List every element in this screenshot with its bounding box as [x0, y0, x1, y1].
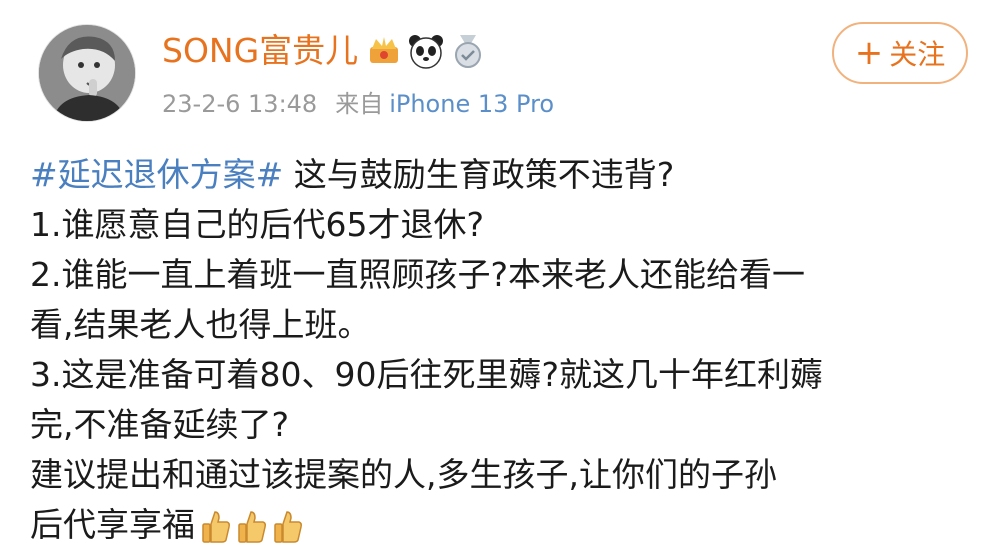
- follow-button[interactable]: + 关注: [832, 22, 968, 84]
- hashtag-link[interactable]: #延迟退休方案#: [30, 155, 283, 194]
- thumbs-up-icon: [274, 510, 302, 543]
- post-line: 建议提出和通过该提案的人,多生孩子,让你们的子孙: [30, 455, 777, 494]
- source-device[interactable]: iPhone 13 Pro: [389, 90, 554, 118]
- author-avatar[interactable]: [38, 24, 136, 122]
- post-line: #延迟退休方案# 这与鼓励生育政策不违背?: [30, 150, 980, 200]
- post-date[interactable]: 23-2-6 13:48: [162, 90, 317, 118]
- source-prefix: 来自: [335, 90, 384, 118]
- author-badges: [366, 33, 486, 69]
- author-name[interactable]: SONG富贵儿: [162, 30, 358, 72]
- author-name-row: SONG富贵儿: [162, 30, 486, 72]
- panda-badge-icon[interactable]: [408, 33, 444, 69]
- post-text: 这与鼓励生育政策不违背?: [283, 155, 675, 194]
- thumbs-up-emojis: [201, 510, 303, 544]
- post-line: 完,不准备延续了?: [30, 405, 290, 444]
- thumbs-up-icon: [202, 510, 230, 543]
- plus-icon: +: [854, 33, 884, 73]
- medal-badge-icon[interactable]: [450, 33, 486, 69]
- post-line: 3.这是准备可着80、90后往死里薅?就这几十年红利薅: [30, 355, 823, 394]
- post-content: #延迟退休方案# 这与鼓励生育政策不违背? 1.谁愿意自己的后代65才退休? 2…: [30, 150, 980, 550]
- follow-button-label: 关注: [889, 38, 946, 71]
- post-meta: 23-2-6 13:48 来自 iPhone 13 Pro: [162, 88, 554, 120]
- post-line: 后代享享福: [30, 500, 980, 550]
- post-line: 看,结果老人也得上班。: [30, 305, 371, 344]
- post-line: 2.谁能一直上着班一直照顾孩子?本来老人还能给看一: [30, 255, 806, 294]
- child-avatar-icon: [39, 25, 135, 121]
- crown-badge-icon[interactable]: [366, 33, 402, 69]
- thumbs-up-icon: [238, 510, 266, 543]
- post-line: 1.谁愿意自己的后代65才退休?: [30, 205, 484, 244]
- post-text: 后代享享福: [30, 505, 195, 544]
